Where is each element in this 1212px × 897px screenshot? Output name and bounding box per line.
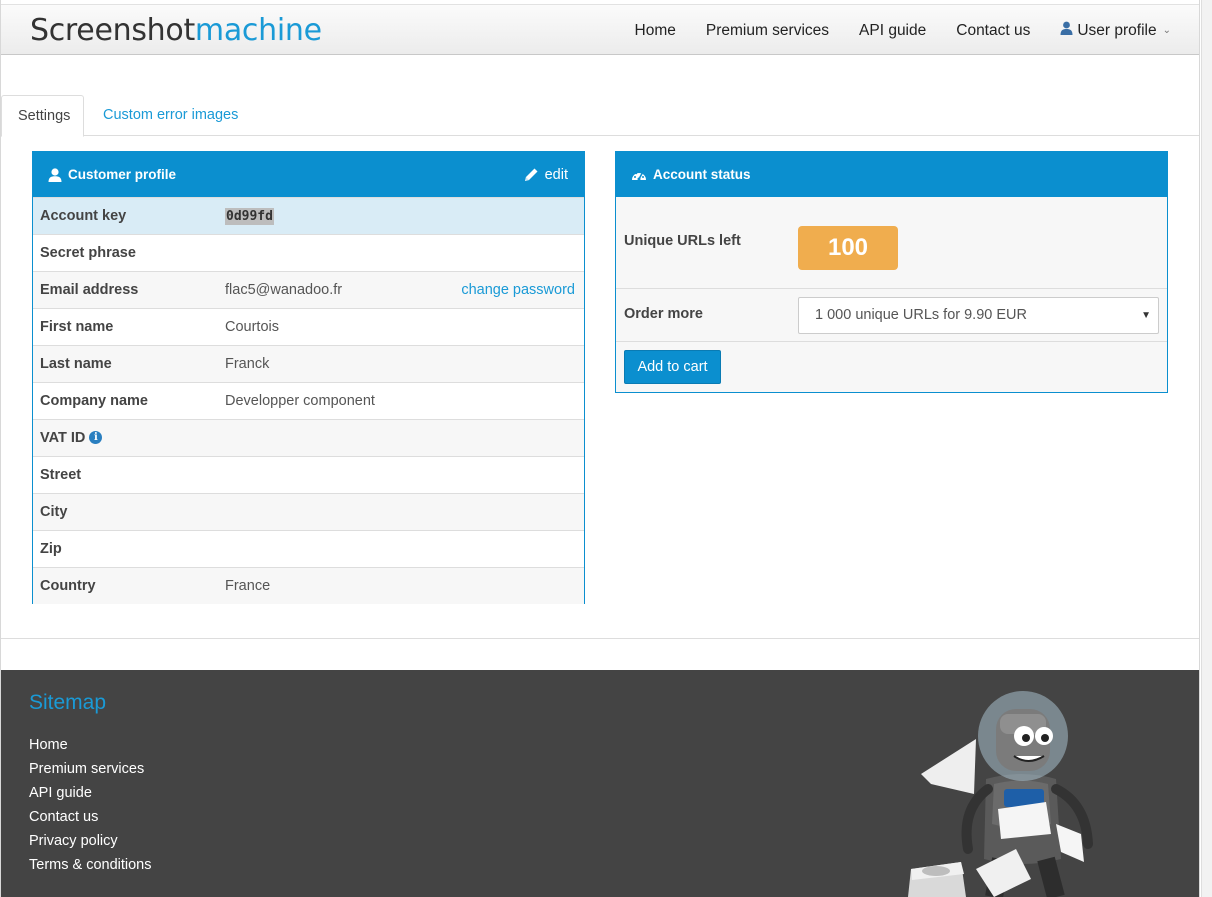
nav-contact-us[interactable]: Contact us bbox=[956, 22, 1030, 40]
window-scroll-gutter[interactable] bbox=[1201, 0, 1212, 897]
unique-urls-row: Unique URLs left 100 bbox=[616, 197, 1167, 289]
tab-settings[interactable]: Settings bbox=[1, 95, 84, 137]
user-profile-label: User profile bbox=[1077, 21, 1157, 39]
sitemap-link-contact-us[interactable]: Contact us bbox=[29, 805, 152, 829]
customer-profile-panel: Customer profile edit Account key 0d99fd… bbox=[32, 151, 585, 604]
account-status-title: Account status bbox=[653, 167, 751, 182]
company-name-value: Developper component bbox=[225, 393, 375, 409]
row-label: Country bbox=[40, 578, 96, 594]
edit-label: edit bbox=[544, 166, 568, 183]
row-label: Email address bbox=[40, 282, 139, 298]
chevron-down-icon: ⌄ bbox=[1162, 25, 1171, 36]
info-icon[interactable]: i bbox=[89, 430, 103, 444]
row-label: First name bbox=[40, 319, 114, 335]
profile-row-vat-id: VAT ID i bbox=[33, 419, 584, 456]
row-label: Account key bbox=[40, 208, 127, 224]
profile-row-street: Street bbox=[33, 456, 584, 493]
edit-profile-button[interactable]: edit bbox=[524, 152, 568, 197]
change-password-link[interactable]: change password bbox=[461, 282, 575, 298]
profile-row-country: Country France bbox=[33, 567, 584, 604]
row-label-vat: VAT ID i bbox=[40, 430, 103, 446]
account-status-header: Account status bbox=[616, 152, 1167, 197]
row-label: Zip bbox=[40, 541, 62, 557]
sitemap-link-home[interactable]: Home bbox=[29, 733, 152, 757]
robot-mascot-illustration bbox=[908, 691, 1093, 897]
dashboard-icon bbox=[631, 168, 647, 182]
brand-logo[interactable]: Screenshotmachine bbox=[30, 13, 322, 48]
sitemap-link-api-guide[interactable]: API guide bbox=[29, 781, 152, 805]
profile-row-first-name: First name Courtois bbox=[33, 308, 584, 345]
brand-part-screenshot: Screenshot bbox=[30, 13, 195, 48]
nav-home[interactable]: Home bbox=[635, 22, 676, 40]
pencil-icon bbox=[524, 167, 539, 182]
account-key-text: 0d99fd bbox=[225, 208, 274, 225]
user-icon bbox=[1060, 21, 1073, 40]
select-arrow-icon: ▼ bbox=[1141, 310, 1151, 321]
country-value: France bbox=[225, 578, 271, 594]
nav-user-profile[interactable]: User profile ⌄ bbox=[1060, 21, 1171, 40]
account-status-panel: Account status Unique URLs left 100 Orde… bbox=[615, 151, 1168, 393]
customer-profile-header: Customer profile edit bbox=[33, 152, 584, 197]
vat-id-label: VAT ID bbox=[40, 430, 86, 446]
customer-profile-title: Customer profile bbox=[68, 167, 177, 182]
profile-row-email: Email address flac5@wanadoo.fr change pa… bbox=[33, 271, 584, 308]
unique-urls-badge: 100 bbox=[798, 226, 898, 270]
order-more-label: Order more bbox=[624, 306, 703, 322]
sitemap-link-premium-services[interactable]: Premium services bbox=[29, 757, 152, 781]
row-label: Secret phrase bbox=[40, 245, 136, 261]
settings-tabs: Settings Custom error images bbox=[1, 95, 1199, 137]
profile-row-secret-phrase: Secret phrase bbox=[33, 234, 584, 271]
user-icon bbox=[48, 167, 62, 182]
top-navbar: Screenshotmachine Home Premium services … bbox=[1, 4, 1199, 55]
row-label: Company name bbox=[40, 393, 148, 409]
nav-premium-services[interactable]: Premium services bbox=[706, 22, 829, 40]
add-to-cart-row: Add to cart bbox=[616, 342, 1167, 392]
profile-row-city: City bbox=[33, 493, 584, 530]
profile-row-last-name: Last name Franck bbox=[33, 345, 584, 382]
order-more-row: Order more 1 000 unique URLs for 9.90 EU… bbox=[616, 289, 1167, 342]
sitemap-link-privacy-policy[interactable]: Privacy policy bbox=[29, 829, 152, 853]
order-selected-option: 1 000 unique URLs for 9.90 EUR bbox=[815, 307, 1027, 323]
email-value: flac5@wanadoo.fr bbox=[225, 282, 343, 298]
footer: Sitemap Home Premium services API guide … bbox=[1, 670, 1199, 897]
profile-row-zip: Zip bbox=[33, 530, 584, 567]
nav-api-guide[interactable]: API guide bbox=[859, 22, 926, 40]
order-more-select[interactable]: 1 000 unique URLs for 9.90 EUR ▼ bbox=[798, 297, 1159, 334]
sitemap-link-terms[interactable]: Terms & conditions bbox=[29, 853, 152, 877]
account-key-value[interactable]: 0d99fd bbox=[225, 208, 274, 225]
unique-urls-label: Unique URLs left bbox=[624, 233, 741, 249]
row-label: Street bbox=[40, 467, 82, 483]
sitemap-title: Sitemap bbox=[29, 691, 107, 714]
row-label: City bbox=[40, 504, 68, 520]
profile-row-account-key: Account key 0d99fd bbox=[33, 197, 584, 234]
add-to-cart-button[interactable]: Add to cart bbox=[624, 350, 721, 384]
tab-custom-error-images[interactable]: Custom error images bbox=[87, 95, 254, 136]
main-nav: Home Premium services API guide Contact … bbox=[635, 5, 1172, 56]
row-label: Last name bbox=[40, 356, 112, 372]
content-divider bbox=[1, 638, 1199, 639]
first-name-value: Courtois bbox=[225, 319, 279, 335]
brand-part-machine: machine bbox=[194, 13, 322, 48]
last-name-value: Franck bbox=[225, 356, 270, 372]
profile-row-company-name: Company name Developper component bbox=[33, 382, 584, 419]
sitemap-list: Home Premium services API guide Contact … bbox=[29, 733, 152, 877]
